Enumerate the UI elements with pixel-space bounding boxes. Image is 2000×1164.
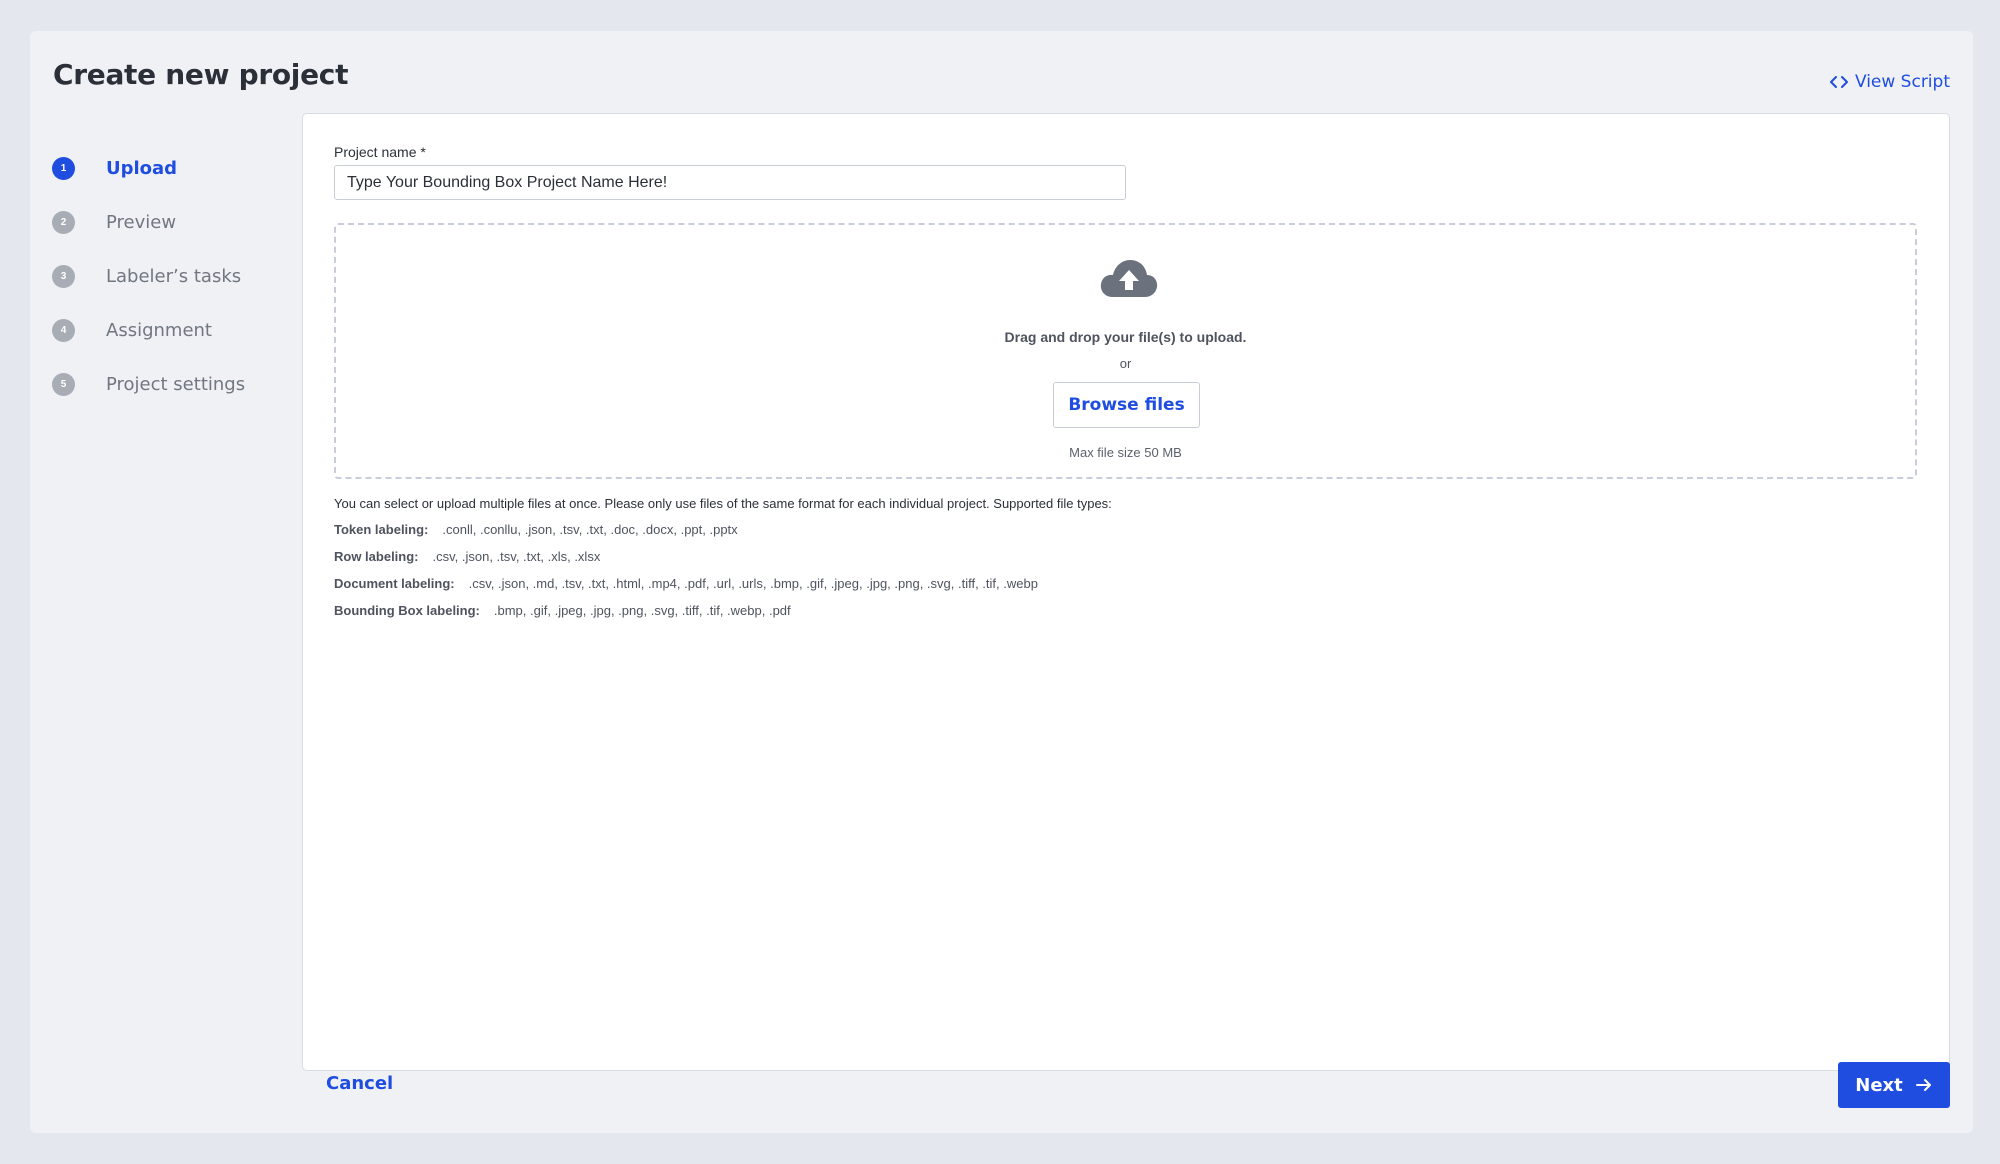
project-name-label: Project name * [334,144,426,160]
file-type-extensions: .bmp, .gif, .jpeg, .jpg, .png, .svg, .ti… [493,603,791,618]
max-file-size: Max file size 50 MB [1069,445,1182,460]
step-label: Project settings [106,373,246,395]
cancel-button[interactable]: Cancel [326,1073,393,1094]
dropzone-or: or [1119,356,1132,371]
file-type-name: Token labeling: [334,522,429,537]
upload-card: Project name * Drag and drop your file(s… [302,113,1950,1071]
step-project-settings[interactable]: 5 Project settings [52,357,245,411]
file-type-extensions: .csv, .json, .tsv, .txt, .xls, .xlsx [432,549,601,564]
next-label: Next [1855,1074,1903,1096]
step-upload[interactable]: 1 Upload [52,141,245,195]
step-number: 5 [52,372,75,396]
step-assignment[interactable]: 4 Assignment [52,303,245,357]
step-label: Assignment [106,319,212,341]
step-number: 3 [52,264,75,288]
file-type-name: Row labeling: [334,549,419,564]
step-labelers-tasks[interactable]: 3 Labeler’s tasks [52,249,245,303]
view-script-label: View Script [1854,72,1950,92]
file-type-extensions: .conll, .conllu, .json, .tsv, .txt, .doc… [442,522,738,537]
step-number: 2 [52,210,75,234]
step-number: 4 [52,318,75,342]
cloud-upload-icon [1100,260,1158,297]
step-label: Preview [106,211,177,233]
step-preview[interactable]: 2 Preview [52,195,245,249]
file-types-list: Token labeling: .conll, .conllu, .json, … [334,522,1038,630]
file-type-extensions: .csv, .json, .md, .tsv, .txt, .html, .mp… [468,576,1038,591]
file-type-name: Document labeling: [334,576,455,591]
file-dropzone[interactable]: Drag and drop your file(s) to upload. or… [334,223,1917,479]
arrow-right-icon [1915,1079,1931,1091]
view-script-link[interactable]: View Script [1829,72,1950,92]
dropzone-instructions: Drag and drop your file(s) to upload. [1004,329,1247,345]
file-type-row: Document labeling: .csv, .json, .md, .ts… [334,576,1038,603]
file-type-row: Row labeling: .csv, .json, .tsv, .txt, .… [334,549,1038,576]
file-type-name: Bounding Box labeling: [334,603,480,618]
stepper: 1 Upload 2 Preview 3 Labeler’s tasks 4 A… [52,141,245,411]
step-number: 1 [52,156,75,180]
next-button[interactable]: Next [1838,1062,1950,1108]
code-icon [1829,76,1848,88]
page-title: Create new project [53,58,349,91]
step-label: Labeler’s tasks [106,265,242,287]
file-type-row: Bounding Box labeling: .bmp, .gif, .jpeg… [334,603,1038,630]
file-type-row: Token labeling: .conll, .conllu, .json, … [334,522,1038,549]
project-name-input[interactable] [334,165,1126,200]
step-label: Upload [106,157,178,179]
supported-files-info: You can select or upload multiple files … [334,496,1112,511]
browse-files-button[interactable]: Browse files [1053,382,1200,428]
dialog: Create new project View Script 1 Upload … [30,31,1973,1133]
